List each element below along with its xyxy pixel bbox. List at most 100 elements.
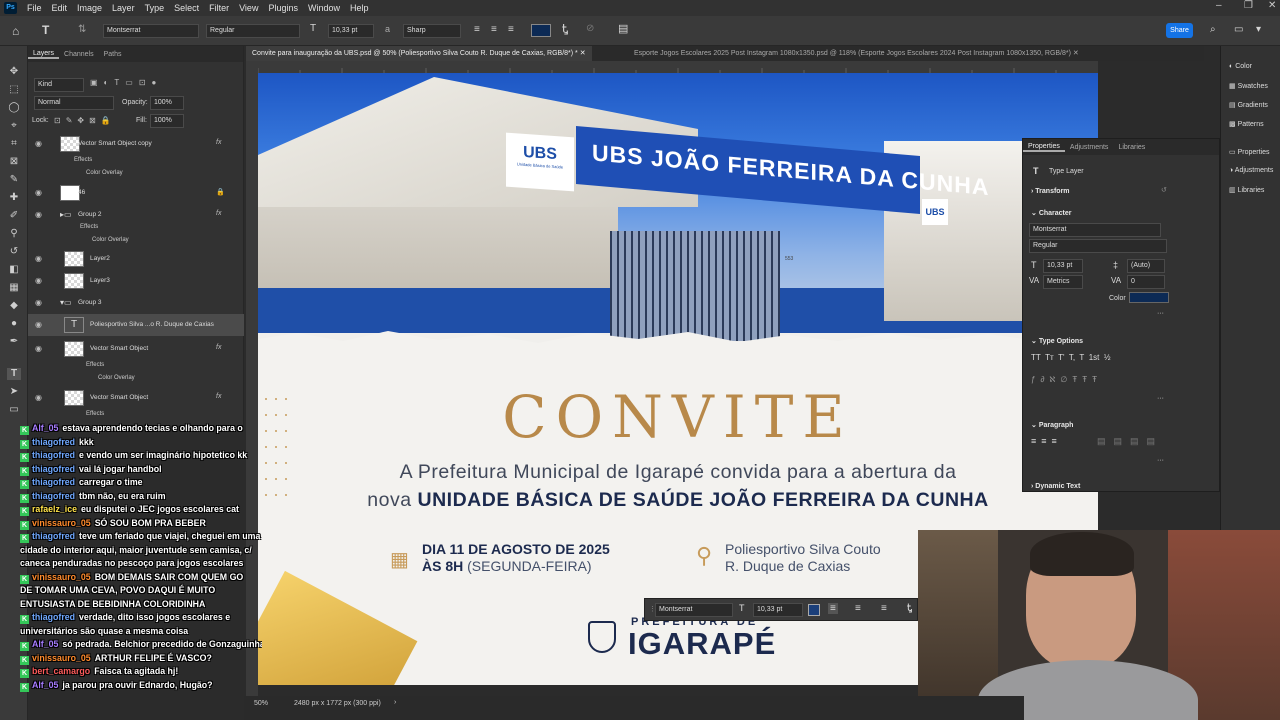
layer-row[interactable]: ◉ Vector Smart Object fx (28, 387, 244, 409)
prop-color-swatch[interactable] (1129, 292, 1169, 303)
type-tool-icon[interactable]: T (42, 23, 49, 37)
chat-username[interactable]: vinissauro_05 (32, 518, 91, 528)
tab-paths[interactable]: Paths (99, 51, 127, 58)
dodge-tool-icon[interactable]: ● (7, 318, 21, 330)
chat-username[interactable]: thiagofred (32, 450, 75, 460)
history-brush-icon[interactable]: ↺ (7, 246, 21, 258)
eye-icon[interactable]: ◉ (35, 298, 44, 307)
orientation-icon[interactable]: ⇅ (78, 24, 86, 35)
chat-username[interactable]: thiagofred (32, 437, 75, 447)
chat-username[interactable]: thiagofred (32, 477, 75, 487)
frame-tool-icon[interactable]: ⊠ (7, 156, 21, 168)
ctx-align-right-icon[interactable]: ≡ (881, 603, 887, 614)
close-tab-icon[interactable]: ✕ (580, 50, 586, 57)
prop-kerning-field[interactable]: Metrics (1043, 275, 1083, 289)
small-caps-button[interactable]: Tт (1045, 353, 1054, 362)
eye-icon[interactable]: ◉ (35, 254, 44, 263)
zoom-level[interactable]: 50% (254, 700, 268, 707)
chat-username[interactable]: rafaelz_ice (32, 504, 77, 514)
menu-filter[interactable]: Filter (204, 3, 234, 13)
dock-libraries[interactable]: ▥ Libraries (1229, 186, 1264, 194)
lasso-tool-icon[interactable]: ◯ (7, 102, 21, 114)
stamp-tool-icon[interactable]: ⚲ (7, 228, 21, 240)
text-color-swatch[interactable] (531, 24, 551, 37)
eye-icon[interactable]: ◉ (35, 344, 44, 353)
ctx-align-left-icon[interactable]: ≡ (828, 603, 838, 614)
fx-icon[interactable]: fx (216, 139, 221, 146)
dock-properties[interactable]: ▭ Properties (1229, 148, 1269, 156)
menu-edit[interactable]: Edit (47, 3, 73, 13)
tab-adjustments[interactable]: Adjustments (1065, 144, 1114, 151)
eye-icon[interactable]: ◉ (35, 210, 44, 219)
more-options-icon[interactable]: ··· (1157, 395, 1164, 402)
blur-tool-icon[interactable]: ◆ (7, 300, 21, 312)
layer-row[interactable]: ◉ Vector Smart Object copy fx (28, 133, 244, 155)
menu-window[interactable]: Window (303, 3, 345, 13)
dock-swatches[interactable]: ▦ Swatches (1229, 82, 1268, 90)
fractions-button[interactable]: ½ (1104, 353, 1111, 362)
prop-font-select[interactable]: Montserrat (1029, 223, 1161, 237)
opacity-field[interactable]: 100% (150, 96, 184, 110)
dock-gradients[interactable]: ▤ Gradients (1229, 101, 1268, 109)
magic-select-icon[interactable]: ⌖ (7, 120, 21, 132)
align-center-icon[interactable]: ≡ (491, 24, 497, 35)
prop-size-field[interactable]: 10,33 pt (1043, 259, 1083, 273)
ctx-color-swatch[interactable] (808, 604, 820, 616)
chat-username[interactable]: thiagofred (32, 612, 75, 622)
layer-row[interactable]: ◉ Vector Smart Object fx (28, 338, 244, 360)
menu-layer[interactable]: Layer (107, 3, 140, 13)
path-select-icon[interactable]: ➤ (7, 386, 21, 398)
pen-tool-icon[interactable]: ✒ (7, 336, 21, 348)
marquee-tool-icon[interactable]: ⬚ (7, 84, 21, 96)
prop-leading-field[interactable]: (Auto) (1127, 259, 1165, 273)
blend-mode-select[interactable]: Normal (34, 96, 114, 110)
chat-username[interactable]: thiagofred (32, 491, 75, 501)
menu-help[interactable]: Help (345, 3, 374, 13)
menu-plugins[interactable]: Plugins (263, 3, 303, 13)
opentype-icons[interactable]: ƒ∂ℵ∅ŦŦŦ (1031, 375, 1102, 384)
prop-tracking-field[interactable]: 0 (1127, 275, 1165, 289)
dynamic-text-section[interactable]: › Dynamic Text (1031, 483, 1080, 490)
home-icon[interactable]: ⌂ (12, 24, 19, 38)
chat-username[interactable]: thiagofred (32, 531, 75, 541)
all-caps-button[interactable]: TT (1031, 353, 1041, 362)
ctx-font-select[interactable]: Montserrat (655, 603, 733, 617)
paragraph-align-icons[interactable]: ≡≡≡ (1031, 436, 1062, 446)
chat-username[interactable]: Alf_05 (32, 639, 58, 649)
layer-row[interactable]: ◉ 46 🔒 (28, 182, 244, 204)
menu-type[interactable]: Type (140, 3, 170, 13)
tab-properties[interactable]: Properties (1023, 143, 1065, 152)
tab-layers[interactable]: Layers (28, 50, 60, 59)
close-tab-icon[interactable]: ✕ (1073, 50, 1079, 57)
font-style-select[interactable]: Regular (206, 24, 300, 38)
font-size-field[interactable]: 10,33 pt (328, 24, 374, 38)
layer-row[interactable]: ◉ ▸▭ Group 2 fx (28, 204, 244, 226)
transform-section[interactable]: › Transform (1031, 188, 1070, 195)
layer-row[interactable]: ◉ Layer2 (28, 248, 244, 270)
reset-icon[interactable]: ↺ (1161, 186, 1167, 194)
tab-libraries[interactable]: Libraries (1113, 144, 1150, 151)
fx-icon[interactable]: fx (216, 344, 221, 351)
close-icon[interactable]: ✕ (1268, 0, 1276, 11)
crop-tool-icon[interactable]: ⌗ (7, 138, 21, 150)
align-right-icon[interactable]: ≡ (508, 24, 514, 35)
align-left-icon[interactable]: ≡ (474, 24, 480, 35)
eraser-tool-icon[interactable]: ◧ (7, 264, 21, 276)
search-icon[interactable]: ⌕ (1210, 24, 1216, 35)
minimize-icon[interactable]: – (1216, 0, 1222, 11)
share-button[interactable]: Share (1166, 23, 1193, 38)
chat-username[interactable]: thiagofred (32, 464, 75, 474)
shape-tool-icon[interactable]: ▭ (7, 404, 21, 416)
dock-adjustments[interactable]: ◑ Adjustments (1229, 167, 1273, 174)
layer-row[interactable]: ◉ ▾▭ Group 3 (28, 292, 244, 314)
menu-file[interactable]: File (22, 3, 47, 13)
prop-style-select[interactable]: Regular (1029, 239, 1167, 253)
ctx-warp-icon[interactable]: Ꮏ (907, 603, 912, 614)
eye-icon[interactable]: ◉ (35, 276, 44, 285)
more-icon[interactable]: ▾ (1256, 24, 1261, 35)
doc-tab[interactable]: Esporte Jogos Escolares 2025 Post Instag… (628, 46, 1085, 61)
brush-tool-icon[interactable]: ✐ (7, 210, 21, 222)
eyedropper-icon[interactable]: ✎ (7, 174, 21, 186)
fill-field[interactable]: 100% (150, 114, 184, 128)
justify-icons[interactable]: ▤▤▤▤ (1097, 436, 1163, 447)
